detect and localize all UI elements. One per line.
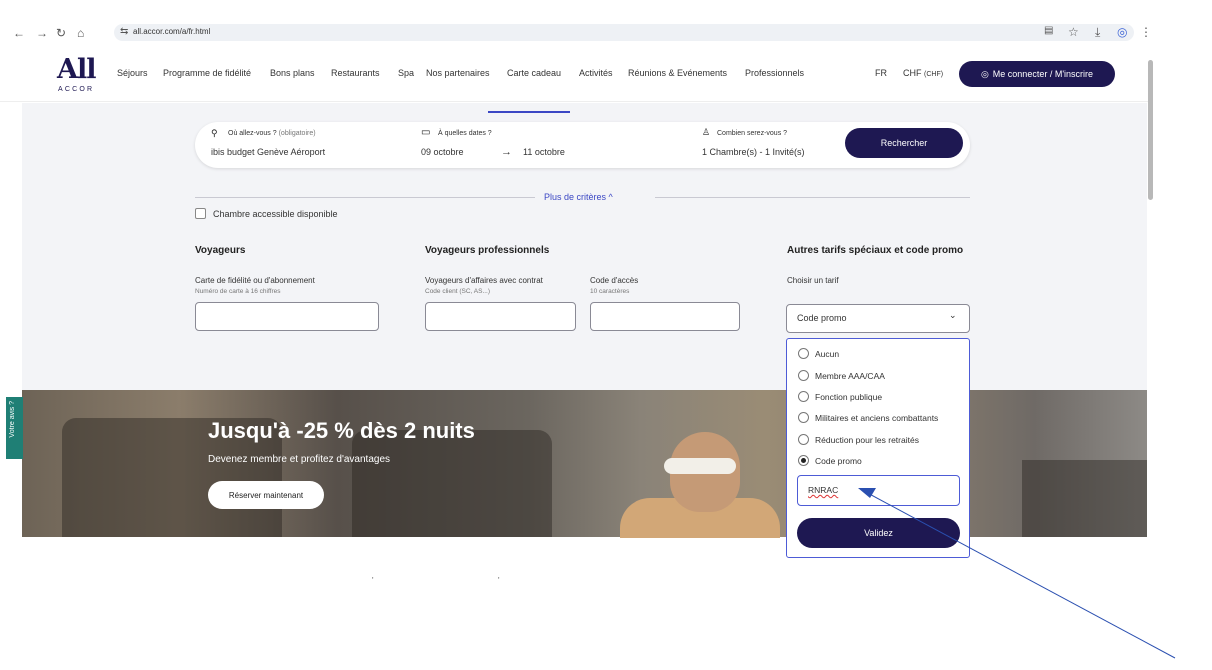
annotation-arrow: [858, 488, 1176, 659]
